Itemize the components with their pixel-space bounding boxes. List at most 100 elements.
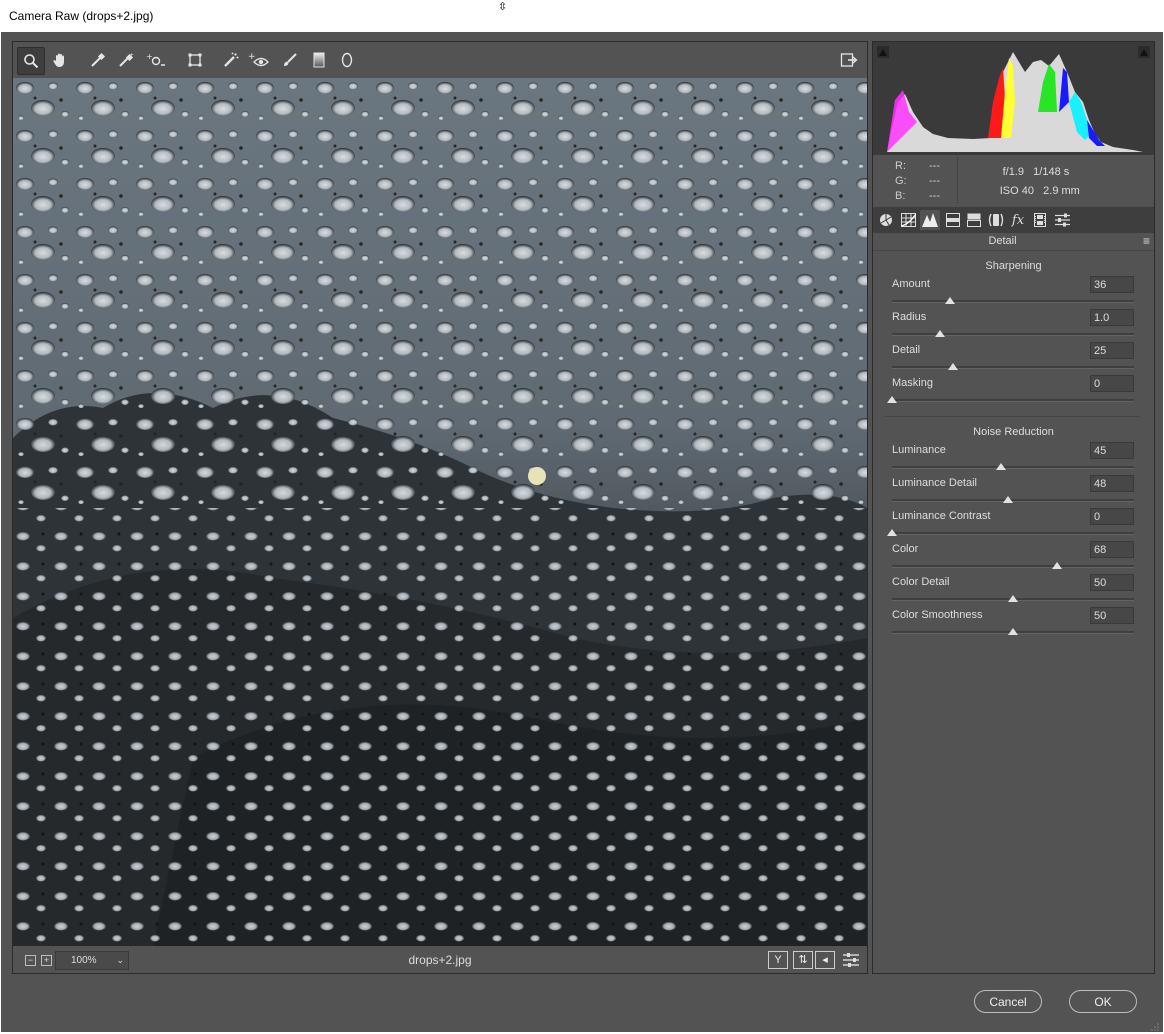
color-smoothness-value-field[interactable]: 50 [1090,607,1134,624]
cancel-button[interactable]: Cancel [974,990,1042,1013]
white-balance-icon[interactable] [85,47,111,73]
noise-reduction-heading: Noise Reduction [973,426,1054,438]
masking-label: Masking [892,377,933,389]
luminance-slider-thumb[interactable] [995,463,1006,470]
readout-divider [957,157,958,203]
tone-curve-icon[interactable] [898,210,918,230]
detail-icon[interactable] [920,210,940,230]
before-after-toggle[interactable]: Y [768,951,788,969]
luminance-slider-track[interactable] [892,466,1134,469]
toggle-settings-icon[interactable] [842,951,860,969]
presets-icon[interactable] [1052,210,1072,230]
svg-text:+: + [248,52,256,62]
highlight-clipping-warning-icon[interactable] [1138,46,1150,58]
transform-icon[interactable] [182,47,208,73]
color-label: Color [892,543,919,555]
red-eye-icon[interactable]: + [246,47,272,73]
detail-slider-row: Detail 25 [892,342,1136,375]
camera-calibration-icon[interactable] [1030,210,1050,230]
g-label: G: [895,175,907,187]
detail-value-field[interactable]: 25 [1090,342,1134,359]
iso-value: ISO 40 [999,185,1034,197]
masking-slider-row: Masking 0 [887,375,1136,408]
copy-settings-icon[interactable]: ◂ [815,951,835,969]
amount-slider-thumb[interactable] [945,297,956,304]
luminance-value-field[interactable]: 45 [1090,442,1134,459]
color-detail-label: Color Detail [892,576,950,588]
color-smoothness-label: Color Smoothness [892,609,983,621]
luminance-detail-slider-row: Luminance Detail 48 [892,475,1136,508]
aperture-value: f/1.9 [1002,166,1024,178]
luminance-detail-value-field[interactable]: 48 [1090,475,1134,492]
color-detail-slider-thumb[interactable] [1008,595,1018,602]
color-slider-thumb[interactable] [1051,562,1062,569]
svg-text:+: + [129,52,134,59]
panel-tabs: fx [873,207,1154,233]
resize-grip-icon[interactable] [1151,1020,1159,1031]
luminance-contrast-slider-row: Luminance Contrast 0 [887,508,1136,541]
camera-raw-dialog: + + + − + 100% ⌄ drops+2.jpg Y ⇅ ◂ R: --… [1,32,1163,1032]
luminance-contrast-slider-thumb[interactable] [887,529,897,536]
color-detail-value-field[interactable]: 50 [1090,574,1134,591]
histogram [873,42,1154,155]
open-image-icon[interactable] [836,47,862,73]
masking-value-field[interactable]: 0 [1090,375,1134,392]
amount-label: Amount [892,278,930,290]
effects-icon[interactable]: fx [1008,210,1028,230]
pixel-readout: R: --- G: --- B: --- f/1.9 1/148 s ISO 40 2… [873,155,1154,207]
split-toning-icon[interactable] [964,210,984,230]
lens-corrections-icon[interactable] [986,210,1006,230]
mouse-cursor-icon: ⇳ [498,1,508,13]
luminance-contrast-slider-track[interactable] [892,532,1134,535]
hsl-icon[interactable] [943,210,963,230]
color-detail-slider-row: Color Detail 50 [892,574,1136,607]
color-smoothness-slider-row: Color Smoothness 50 [892,607,1136,640]
luminance-contrast-label: Luminance Contrast [892,510,991,522]
masking-slider-track[interactable] [892,399,1134,402]
masking-slider-thumb[interactable] [887,396,897,403]
luminance-detail-slider-thumb[interactable] [1003,496,1014,503]
panel-menu-icon[interactable]: ≡ [1143,234,1150,248]
color-slider-track[interactable] [892,565,1134,568]
color-sampler-icon[interactable]: + [113,47,139,73]
amount-slider-row: Amount 36 [892,276,1136,309]
settings-panel: R: --- G: --- B: --- f/1.9 1/148 s ISO 40 2… [872,41,1155,974]
panel-header: Detail ≡ [873,233,1154,251]
hand-icon[interactable] [47,47,73,73]
raindrops-photo [13,78,867,946]
file-name: drops+2.jpg [408,953,472,967]
radius-slider-thumb[interactable] [935,330,946,337]
color-smoothness-slider-thumb[interactable] [1008,628,1018,635]
amount-value-field[interactable]: 36 [1090,276,1134,293]
spot-removal-icon[interactable] [218,47,244,73]
shadow-clipping-warning-icon[interactable] [877,46,889,58]
color-value-field[interactable]: 68 [1090,541,1134,558]
radial-filter-icon[interactable] [334,47,360,73]
adjustment-brush-icon[interactable] [277,47,303,73]
radius-slider-track[interactable] [892,333,1134,336]
rgb-readout: R: --- G: --- B: --- [895,159,963,204]
targeted-adjustment-icon[interactable]: + [143,47,169,73]
ok-button[interactable]: OK [1069,990,1137,1013]
basic-icon[interactable] [876,210,896,230]
radius-value-field[interactable]: 1.0 [1090,309,1134,326]
section-divider [885,416,1140,417]
r-label: R: [895,160,906,172]
svg-text:+: + [146,52,153,61]
detail-slider-thumb[interactable] [947,363,958,370]
luminance-label: Luminance [892,444,946,456]
luminance-slider-row: Luminance 45 [892,442,1136,475]
focal-length-value: 2.9 mm [1043,185,1080,197]
exif-info: f/1.9 1/148 s ISO 40 2.9 mm [988,163,1080,201]
graduated-filter-icon[interactable] [306,47,332,73]
panel-title: Detail [988,235,1017,247]
luminance-contrast-value-field[interactable]: 0 [1090,508,1134,525]
zoom-icon[interactable] [17,47,45,75]
image-preview[interactable] [13,78,867,946]
radius-slider-row: Radius 1.0 [892,309,1136,342]
color-slider-row: Color 68 [892,541,1136,574]
detail-slider-track[interactable] [892,366,1134,369]
toolbar: + + + [13,42,867,78]
swap-before-after-icon[interactable]: ⇅ [793,951,813,969]
amount-slider-track[interactable] [892,300,1134,303]
